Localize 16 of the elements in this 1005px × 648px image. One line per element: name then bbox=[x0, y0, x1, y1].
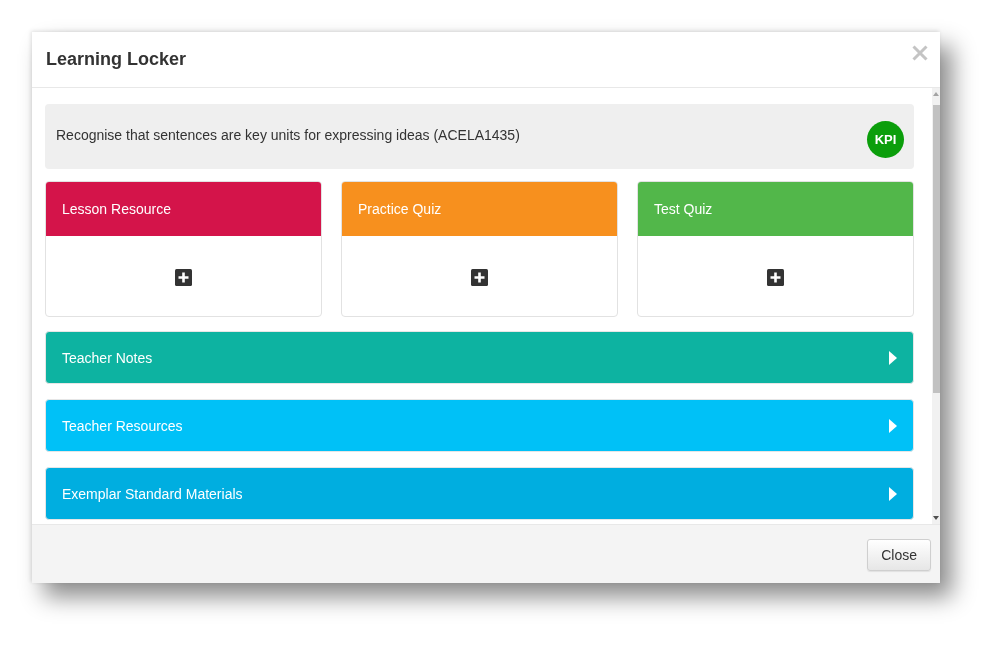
plus-icon[interactable] bbox=[471, 268, 488, 286]
card-header: Practice Quiz bbox=[342, 182, 617, 236]
objective-text: Recognise that sentences are key units for expressing ideas (ACELA1435) bbox=[56, 127, 520, 143]
arrow-down-icon[interactable] bbox=[933, 516, 939, 520]
card-header: Lesson Resource bbox=[46, 182, 321, 236]
dialog-title: Learning Locker bbox=[46, 49, 187, 70]
kpi-badge: KPI bbox=[867, 121, 904, 158]
accordion-header[interactable]: Teacher Notes bbox=[45, 331, 914, 384]
plus-icon[interactable] bbox=[175, 268, 192, 286]
card-header: Test Quiz bbox=[638, 182, 913, 236]
close-button[interactable]: Close bbox=[867, 538, 931, 571]
accordion-header[interactable]: Exemplar Standard Materials bbox=[45, 467, 914, 520]
accordion-header[interactable]: Teacher Resources bbox=[45, 399, 914, 452]
plus-icon[interactable] bbox=[767, 268, 784, 286]
scrollbar-thumb[interactable] bbox=[932, 105, 940, 393]
scrollbar[interactable] bbox=[932, 88, 940, 524]
